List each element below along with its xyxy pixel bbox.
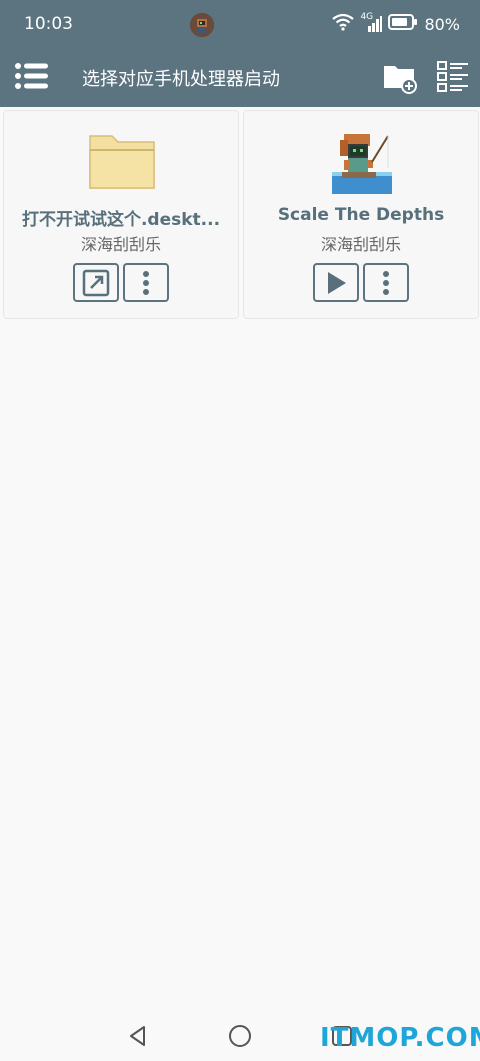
app-bar: 选择对应手机处理器启动 (0, 46, 480, 107)
play-button[interactable] (313, 263, 359, 302)
battery-percent: 80% (424, 14, 460, 34)
signal-icon: 4G (360, 12, 383, 33)
item-subtitle: 深海刮刮乐 (80, 235, 161, 254)
item-card[interactable]: Scale The Depths 深海刮刮乐 (243, 110, 479, 319)
page-title: 选择对应手机处理器启动 (82, 69, 280, 90)
view-list-icon (437, 61, 468, 92)
view-toggle-button[interactable] (436, 59, 470, 95)
more-vert-icon (383, 270, 389, 295)
home-icon (229, 1025, 251, 1047)
menu-icon (15, 63, 48, 89)
more-options-button[interactable] (123, 263, 169, 302)
open-external-icon (82, 269, 110, 296)
status-time: 10:03 (24, 14, 73, 34)
status-indicators: 4G 80% (332, 12, 460, 35)
item-card[interactable]: 打不开试试这个.deskt... 深海刮刮乐 (3, 110, 239, 319)
more-options-button[interactable] (363, 263, 409, 302)
item-title: Scale The Depths (277, 205, 445, 225)
status-bar: 10:03 4G 80% (0, 0, 480, 46)
open-button[interactable] (73, 263, 119, 302)
battery-icon (388, 14, 418, 34)
game-thumbnail (328, 128, 396, 196)
app-notification-icon (190, 13, 214, 37)
back-icon (130, 1026, 145, 1046)
new-folder-button[interactable] (382, 60, 418, 94)
home-button[interactable] (228, 1024, 252, 1048)
menu-button[interactable] (14, 61, 50, 91)
item-subtitle: 深海刮刮乐 (320, 235, 401, 254)
play-icon (328, 271, 346, 294)
watermark: ITMOP.COM (320, 1023, 480, 1053)
folder-icon (88, 128, 156, 196)
back-button[interactable] (126, 1024, 150, 1048)
wifi-icon (332, 13, 355, 35)
more-vert-icon (143, 270, 149, 295)
item-title: 打不开试试这个.deskt... (21, 210, 221, 230)
new-folder-icon (384, 66, 417, 94)
